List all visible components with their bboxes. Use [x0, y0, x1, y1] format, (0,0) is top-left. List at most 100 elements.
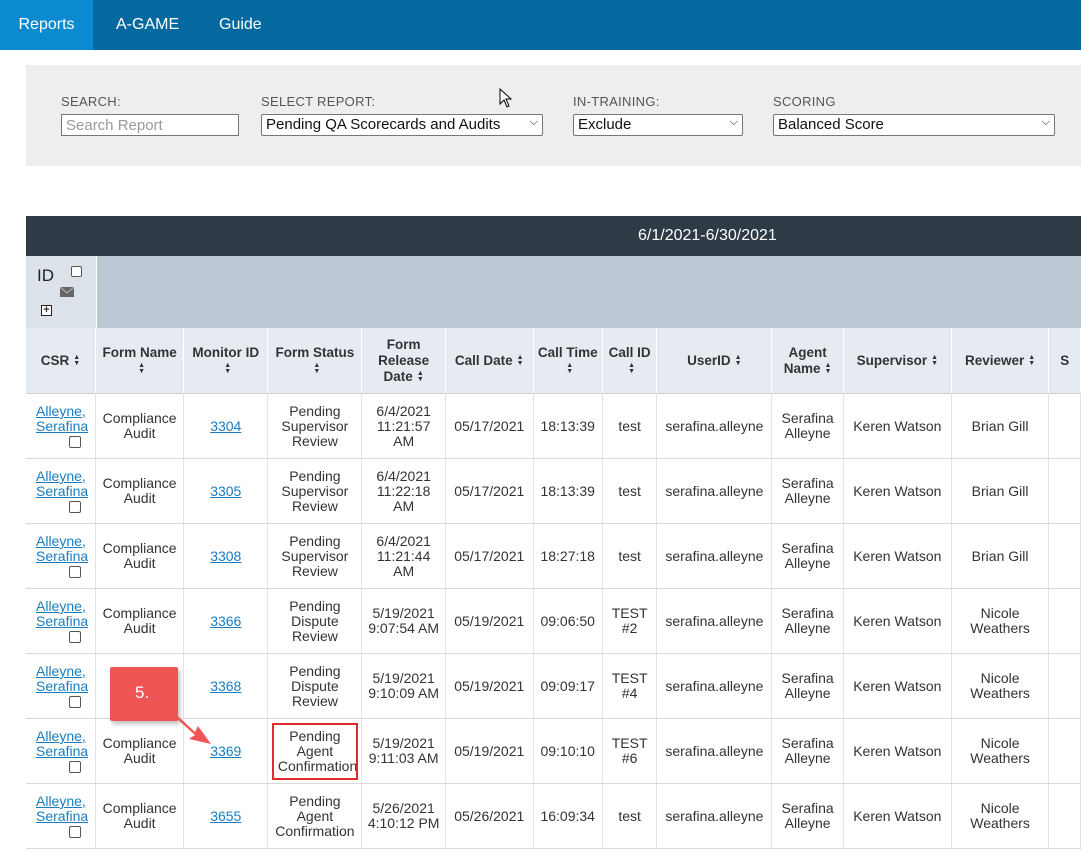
top-nav: Reports A-GAME Guide — [0, 0, 1081, 50]
release-date-cell: 6/4/2021 11:21:57 AM — [361, 393, 446, 459]
callout-arrow-icon — [167, 706, 211, 744]
column-header-form-status[interactable]: Form Status ▲ ▼ — [267, 328, 363, 394]
reviewer-cell: Brian Gill — [951, 458, 1050, 524]
csr-link[interactable]: Alleyne, Serafina — [29, 664, 88, 694]
csr-link[interactable]: Alleyne, Serafina — [29, 469, 88, 499]
agent-name-cell: Serafina Alleyne — [771, 523, 844, 589]
sort-icon[interactable]: ▲ ▼ — [628, 362, 635, 375]
column-header-supervisor[interactable]: Supervisor ▲ ▼ — [843, 328, 952, 394]
column-header-label: Call Date — [454, 352, 513, 368]
column-header-call-time[interactable]: Call Time ▲ ▼ — [533, 328, 603, 394]
table-row: Alleyne, Serafina Compliance Audit 3304 Pen… — [26, 393, 1081, 459]
call-time-cell: 18:13:39 — [533, 393, 603, 459]
extra-cell — [1048, 783, 1081, 849]
column-header-agent-name[interactable]: Agent Name ▲ ▼ — [771, 328, 844, 394]
column-header-call-id[interactable]: Call ID ▲ ▼ — [602, 328, 658, 394]
table-row: Alleyne, Serafina Compliance Audit 3308 Pen… — [26, 523, 1081, 589]
row-checkbox[interactable] — [69, 826, 81, 838]
release-date-cell: 6/4/2021 11:21:44 AM — [361, 523, 446, 589]
scoring-select[interactable]: Balanced Score ⌵ — [773, 114, 1055, 136]
select-all-checkbox[interactable] — [71, 266, 82, 277]
sort-icon[interactable]: ▲ ▼ — [566, 362, 573, 375]
column-header-reviewer[interactable]: Reviewer ▲ ▼ — [951, 328, 1050, 394]
report-select[interactable]: Pending QA Scorecards and Audits ⌵ — [261, 114, 543, 136]
monitor-id-link[interactable]: 3366 — [210, 613, 241, 629]
column-header-label: Agent Name — [783, 344, 827, 376]
sort-icon[interactable]: ▲ ▼ — [1028, 354, 1035, 367]
csr-link[interactable]: Alleyne, Serafina — [29, 794, 88, 824]
column-header-call-date[interactable]: Call Date ▲ ▼ — [445, 328, 534, 394]
row-checkbox[interactable] — [69, 696, 81, 708]
expand-plus-icon[interactable]: + — [41, 305, 52, 316]
column-header-csr[interactable]: CSR ▲ ▼ — [26, 328, 97, 394]
id-label: ID — [37, 266, 54, 285]
sort-icon[interactable]: ▲ ▼ — [73, 354, 80, 367]
chevron-down-icon: ⌵ — [1041, 116, 1050, 128]
column-header-label: Supervisor — [856, 352, 928, 368]
column-header-label: Reviewer — [964, 352, 1025, 368]
column-header-form-name[interactable]: Form Name ▲ ▼ — [95, 328, 185, 394]
monitor-id-link[interactable]: 3368 — [210, 678, 241, 694]
tab-guide[interactable]: Guide — [219, 0, 262, 50]
sort-icon[interactable]: ▲ ▼ — [517, 354, 524, 367]
reviewer-cell: Nicole Weathers — [951, 653, 1050, 719]
column-header-extra[interactable]: S — [1048, 328, 1081, 394]
monitor-id-link[interactable]: 3655 — [210, 808, 241, 824]
call-date-cell: 05/19/2021 — [445, 653, 534, 719]
scoring-label: SCORING — [773, 94, 836, 109]
form-name-cell: Compliance Audit — [95, 783, 185, 849]
row-checkbox[interactable] — [69, 631, 81, 643]
row-checkbox[interactable] — [69, 566, 81, 578]
call-time-cell: 09:10:10 — [533, 718, 603, 784]
sort-icon[interactable]: ▲ ▼ — [313, 362, 320, 375]
search-input[interactable]: Search Report — [61, 114, 239, 136]
row-checkbox[interactable] — [69, 761, 81, 773]
user-id-cell: serafina.alleyne — [656, 393, 773, 459]
call-time-cell: 09:06:50 — [533, 588, 603, 654]
column-header-user-id[interactable]: UserID ▲ ▼ — [656, 328, 773, 394]
tab-reports[interactable]: Reports — [0, 0, 93, 50]
sort-icon[interactable]: ▲ ▼ — [931, 354, 938, 367]
reviewer-cell: Nicole Weathers — [951, 783, 1050, 849]
sort-icon[interactable]: ▲ ▼ — [417, 370, 424, 383]
training-select[interactable]: Exclude ⌵ — [573, 114, 743, 136]
supervisor-cell: Keren Watson — [843, 458, 952, 524]
monitor-id-link[interactable]: 3308 — [210, 548, 241, 564]
column-header-label: Call ID — [608, 344, 651, 360]
column-header-label: Call Time — [537, 344, 598, 360]
chevron-down-icon: ⌵ — [729, 116, 738, 128]
call-date-cell: 05/17/2021 — [445, 523, 534, 589]
csr-link[interactable]: Alleyne, Serafina — [29, 404, 88, 434]
csr-link[interactable]: Alleyne, Serafina — [29, 599, 88, 629]
id-row: ID + — [26, 256, 1081, 328]
row-checkbox[interactable] — [69, 501, 81, 513]
call-id-cell: TEST #4 — [602, 653, 658, 719]
csr-link[interactable]: Alleyne, Serafina — [29, 534, 88, 564]
report-label: SELECT REPORT: — [261, 94, 376, 109]
tab-a-game[interactable]: A-GAME — [116, 0, 179, 50]
column-header-monitor-id[interactable]: Monitor ID ▲ ▼ — [183, 328, 269, 394]
column-header-label: Monitor ID — [192, 344, 260, 360]
form-name-cell: Compliance Audit — [95, 393, 185, 459]
user-id-cell: serafina.alleyne — [656, 783, 773, 849]
mouse-cursor-icon — [499, 88, 513, 108]
sort-icon[interactable]: ▲ ▼ — [825, 362, 832, 375]
mail-icon[interactable] — [60, 287, 74, 297]
monitor-id-cell: 3304 — [183, 393, 269, 459]
sort-icon[interactable]: ▲ ▼ — [224, 362, 231, 375]
row-checkbox[interactable] — [69, 436, 81, 448]
form-name-cell: Compliance Audit — [95, 523, 185, 589]
monitor-id-link[interactable]: 3305 — [210, 483, 241, 499]
agent-name-cell: Serafina Alleyne — [771, 588, 844, 654]
column-header-form-release-date[interactable]: Form Release Date ▲ ▼ — [361, 328, 446, 394]
id-cell: ID + — [26, 256, 97, 328]
csr-link[interactable]: Alleyne, Serafina — [29, 729, 88, 759]
supervisor-cell: Keren Watson — [843, 523, 952, 589]
table-row: Alleyne, Serafina Compliance Audit 3655 Pen… — [26, 783, 1081, 849]
sort-icon[interactable]: ▲ ▼ — [735, 354, 742, 367]
monitor-id-link[interactable]: 3304 — [210, 418, 241, 434]
csr-cell: Alleyne, Serafina — [26, 458, 97, 524]
column-header-label: Form Status — [275, 344, 355, 360]
search-label: SEARCH: — [61, 94, 121, 109]
sort-icon[interactable]: ▲ ▼ — [138, 362, 145, 375]
